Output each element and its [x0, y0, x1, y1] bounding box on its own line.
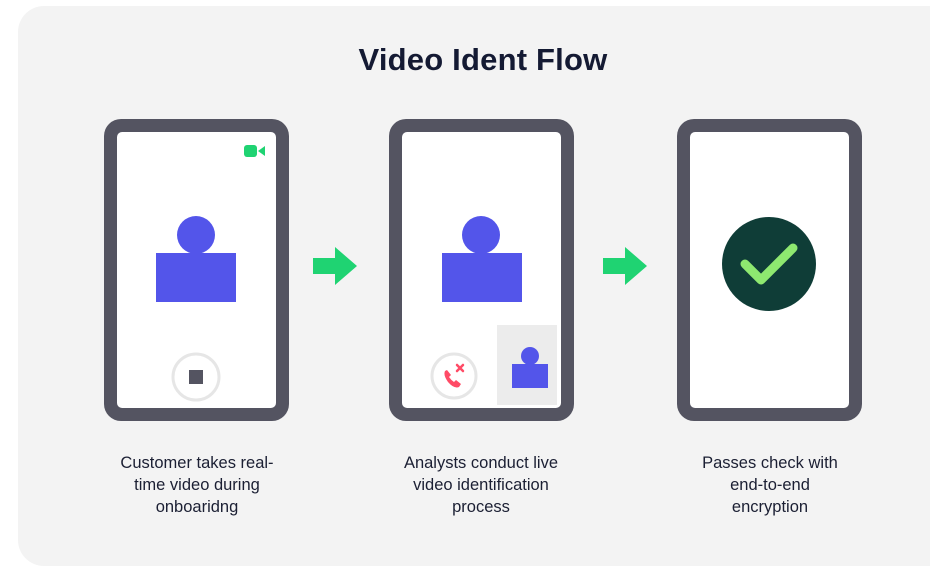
caption-line: process: [452, 498, 510, 516]
caption-line: time video during: [134, 476, 260, 494]
check-circle-icon: [722, 217, 816, 311]
caption-line: end-to-end: [730, 476, 810, 494]
phone-screen: [402, 132, 561, 408]
phone-screen: [690, 132, 849, 408]
phone-screen: [117, 132, 276, 408]
hang-up-icon[interactable]: [429, 351, 479, 401]
phone-customer: [104, 119, 289, 421]
caption-line: Analysts conduct live: [403, 454, 559, 472]
caption-line: Passes check with: [702, 454, 838, 472]
step-3-caption: Passes check with end-to-end encryption: [655, 452, 885, 518]
caption-line: encryption: [731, 498, 809, 516]
video-camera-icon: [244, 145, 265, 157]
caption-line: Customer takes real-: [120, 454, 274, 472]
caption-line: video identification: [413, 476, 549, 494]
phone-analyst: [389, 119, 574, 421]
stop-record-icon[interactable]: [170, 351, 222, 403]
arrow-right-icon: [603, 247, 647, 285]
step-2-caption: Analysts conduct live video identificati…: [366, 452, 596, 518]
step-1-caption: Customer takes real- time video during o…: [82, 452, 312, 518]
page-title: Video Ident Flow: [358, 42, 608, 77]
arrow-right-icon: [313, 247, 357, 285]
phone-verified: [677, 119, 862, 421]
caption-line: onboaridng: [155, 498, 239, 516]
analyst-video-tile: [497, 325, 557, 405]
